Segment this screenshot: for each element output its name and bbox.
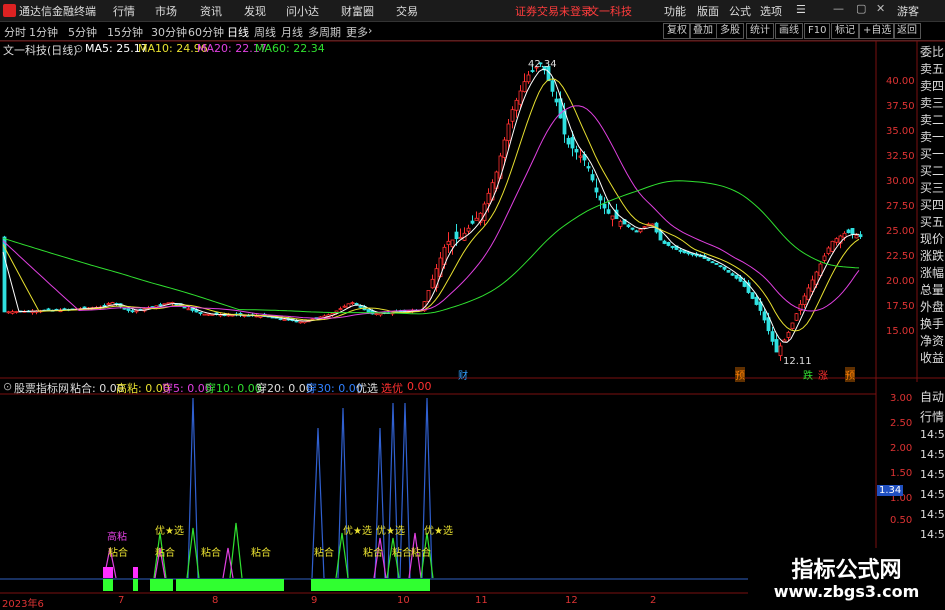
price-tick: 22.50 <box>886 251 915 262</box>
marker-yu[interactable]: 预 <box>735 367 745 382</box>
indicator-signal-label: 粘合 <box>314 548 334 559</box>
price-tick: 37.50 <box>886 101 915 112</box>
indicator-signal-label: 粘合 <box>108 548 128 559</box>
indicator-tick: 0.50 <box>890 515 913 526</box>
price-tick: 20.00 <box>886 276 915 287</box>
ind-xuanyou: 选优 <box>381 382 403 395</box>
date-tick: 9 <box>311 595 318 606</box>
sidebar-item-2[interactable]: 14:50 <box>920 528 945 541</box>
indicator-signal-label: 优★选 <box>343 526 372 537</box>
date-tick: 12 <box>565 595 578 606</box>
indicator-tick: 1.50 <box>890 468 913 479</box>
indicator-settings-icon[interactable]: ⊙ <box>3 380 12 393</box>
sidebar-item-2[interactable]: 自动 <box>920 388 944 405</box>
sidebar-item[interactable]: 总量 <box>920 281 944 298</box>
watermark-url: www.zbgs3.com <box>773 582 920 601</box>
price-tick: 27.50 <box>886 201 915 212</box>
indicator-signal-label: 粘合 <box>411 548 431 559</box>
indicator-current-value: 1.34 <box>877 485 904 496</box>
low-price-label: 12.11 <box>783 356 812 367</box>
sidebar-item[interactable]: 涨幅 <box>920 264 944 281</box>
indicator-signal-label: 粘合 <box>201 548 221 559</box>
indicator-signal-label: 优★选 <box>155 526 184 537</box>
indicator-tick: 3.00 <box>890 393 913 404</box>
ind-chuan30: 穿30: 0.00 <box>306 382 363 395</box>
kline-chart[interactable] <box>0 0 945 609</box>
sidebar-item[interactable]: 换手 <box>920 315 944 332</box>
indicator-signal-label: 优★选 <box>376 526 405 537</box>
indicator-signal-label: 粘合 <box>155 548 175 559</box>
indicator-signal-label: 高粘 <box>107 532 127 543</box>
price-tick: 17.50 <box>886 301 915 312</box>
sidebar-item[interactable]: 卖二 <box>920 111 944 128</box>
date-tick: 8 <box>212 595 219 606</box>
sidebar-item[interactable]: 卖五 <box>920 60 944 77</box>
sidebar-item-2[interactable]: 14:50 <box>920 508 945 521</box>
sidebar-item-2[interactable]: 14:50 <box>920 448 945 461</box>
sidebar-item[interactable]: 买四 <box>920 196 944 213</box>
date-tick: 2 <box>650 595 657 606</box>
sidebar-item[interactable]: 买二 <box>920 162 944 179</box>
date-tick: 2023年6 <box>2 599 44 610</box>
ind-youxuan: 优选 <box>356 382 378 395</box>
sidebar-item[interactable]: 涨跌 <box>920 247 944 264</box>
sidebar-item[interactable]: 买三 <box>920 179 944 196</box>
sidebar-item-2[interactable]: 14:50 <box>920 468 945 481</box>
indicator-signal-label: 粘合 <box>251 548 271 559</box>
sidebar-item[interactable]: 卖一 <box>920 128 944 145</box>
indicator-signal-label: 优★选 <box>424 526 453 537</box>
indicator-signal-label: 粘合 <box>363 548 383 559</box>
high-price-label: 42.34 <box>528 59 557 70</box>
sidebar-item[interactable]: 卖四 <box>920 77 944 94</box>
sidebar-item[interactable]: 卖三 <box>920 94 944 111</box>
sidebar-item[interactable]: 现价 <box>920 230 944 247</box>
quote-sidebar: 委比 卖五 卖四 卖三 卖二 卖一 买一 买二 买三 买四 买五 现价 涨跌 涨幅 总量 外盘 换手 净资 收益 <box>918 42 945 382</box>
ind-xuanyou-value: 0.00 <box>407 380 432 393</box>
sidebar-item[interactable]: 净资 <box>920 332 944 349</box>
price-tick: 40.00 <box>886 76 915 87</box>
settings-icon[interactable]: ⊙ <box>74 42 83 55</box>
kline-title: 文一科技(日线) <box>3 44 78 57</box>
ma60-value: MA60: 22.34 <box>255 42 325 55</box>
sidebar-item[interactable]: 收益 <box>920 349 944 366</box>
price-tick: 25.00 <box>886 226 915 237</box>
marker-yu-2[interactable]: 预 <box>845 367 855 382</box>
sidebar-item[interactable]: 买五 <box>920 213 944 230</box>
indicator-title: 股票指标网 <box>14 382 69 395</box>
marker-cai[interactable]: 财 <box>458 367 468 382</box>
price-tick: 15.00 <box>886 326 915 337</box>
sidebar-item[interactable]: 买一 <box>920 145 944 162</box>
indicator-signal-label: 粘合 <box>392 548 412 559</box>
sidebar-item-2[interactable]: 行情 <box>920 408 944 425</box>
date-tick: 7 <box>118 595 125 606</box>
indicator-tick: 2.50 <box>890 418 913 429</box>
marker-zhang[interactable]: 涨 <box>818 367 828 382</box>
price-tick: 32.50 <box>886 151 915 162</box>
price-tick: 30.00 <box>886 176 915 187</box>
marker-die[interactable]: 跌 <box>803 367 813 382</box>
price-tick: 35.00 <box>886 126 915 137</box>
indicator-tick: 2.00 <box>890 443 913 454</box>
sidebar-item-2[interactable]: 14:50 <box>920 428 945 441</box>
watermark-title: 指标公式网 <box>791 558 902 583</box>
sidebar-item[interactable]: 委比 <box>920 43 944 60</box>
watermark: 指标公式网 www.zbgs3.com <box>748 548 945 609</box>
sidebar-item[interactable]: 外盘 <box>920 298 944 315</box>
ind-chuan10: 穿10: 0.00 <box>205 382 262 395</box>
date-tick: 11 <box>475 595 488 606</box>
sidebar-item-2[interactable]: 14:50 <box>920 488 945 501</box>
date-tick: 10 <box>397 595 410 606</box>
ind-chuan20: 穿20: 0.00 <box>256 382 313 395</box>
